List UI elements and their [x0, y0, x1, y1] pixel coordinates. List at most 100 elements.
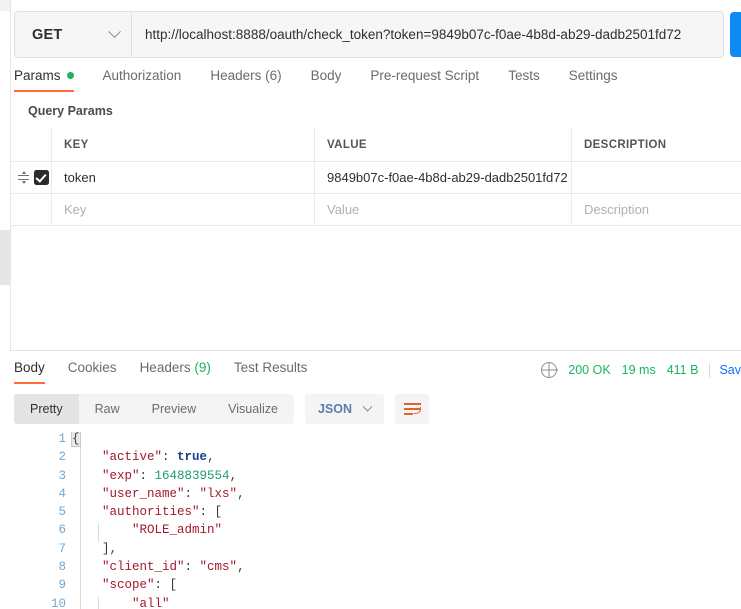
row-controls [10, 162, 52, 193]
response-tab-label: Body [14, 360, 45, 375]
json-token-bool: true [177, 450, 208, 465]
cell-key-placeholder[interactable]: Key [52, 194, 315, 225]
json-token-p: : [162, 450, 178, 465]
tab-label: Authorization [102, 68, 182, 83]
json-line-content: ], [72, 542, 117, 556]
green-dot-icon [66, 72, 74, 79]
response-tab-label: Headers [139, 360, 191, 375]
header-cell-select [10, 128, 52, 161]
cell-key[interactable]: token [52, 162, 315, 193]
json-token-p: , [229, 468, 238, 483]
cell-description[interactable] [572, 162, 741, 193]
line-number: 1 [58, 432, 66, 446]
json-token-k: "client_id" [102, 560, 185, 575]
drag-handle-icon[interactable] [18, 171, 29, 184]
json-line-content: "user_name": "lxs", [72, 487, 245, 501]
cell-description-placeholder[interactable]: Description [572, 194, 741, 225]
table-row-placeholder[interactable]: Key Value Description [10, 194, 741, 226]
query-params-title: Query Params [28, 104, 113, 118]
cell-value-value: 9849b07c-f0ae-4b8d-ab29-dadb2501fd72 [327, 170, 568, 185]
save-response-link[interactable]: Sav [719, 363, 741, 377]
json-token-s: "lxs" [199, 486, 238, 501]
status-badge: 200 OK [568, 363, 611, 377]
response-tab-headers[interactable]: Headers (9) [140, 358, 211, 384]
view-mode-pretty[interactable]: Pretty [14, 394, 79, 424]
chevron-down-icon [108, 25, 121, 39]
request-bar: GET http://localhost:8888/oauth/check_to… [14, 11, 741, 58]
left-edge-scrollbar[interactable] [0, 230, 10, 285]
view-mode-preview[interactable]: Preview [136, 394, 212, 424]
json-token-num: 1648839554 [154, 468, 230, 483]
json-token-p: , [237, 486, 245, 501]
view-mode-raw[interactable]: Raw [79, 394, 136, 424]
tab-body[interactable]: Body [311, 66, 342, 92]
json-token-p: : [184, 560, 200, 575]
tab-tests[interactable]: Tests [508, 66, 540, 92]
tab-headers-6[interactable]: Headers (6) [210, 66, 281, 92]
tab-authorization[interactable]: Authorization [103, 66, 182, 92]
line-number: 4 [58, 486, 66, 501]
json-token-p: : [ [154, 578, 178, 593]
view-mode-segmented-control: Pretty Raw Preview Visualize [14, 394, 294, 424]
json-line: 1{ [10, 432, 741, 450]
response-tab-body[interactable]: Body [14, 358, 45, 384]
row-checkbox[interactable] [34, 170, 49, 185]
line-number: 2 [58, 450, 66, 465]
response-tab-count: (9) [190, 360, 211, 375]
format-select[interactable]: JSON [304, 394, 384, 424]
tab-label: Params [14, 68, 61, 83]
format-label: JSON [317, 402, 352, 416]
response-body-json-viewer[interactable]: 1{2 "active": true, 3 "exp": 1648839554, 4… [10, 432, 741, 609]
line-number: 9 [58, 578, 66, 593]
json-line: 8 "client_id": "cms", [10, 560, 741, 578]
json-token-s: "cms" [199, 560, 238, 575]
json-token-s: "ROLE_admin" [132, 523, 223, 538]
view-mode-visualize[interactable]: Visualize [212, 394, 294, 424]
cell-value[interactable]: 9849b07c-f0ae-4b8d-ab29-dadb2501fd72 [315, 162, 572, 193]
json-token-k: "user_name" [102, 486, 185, 501]
json-line: 2 "active": true, [10, 450, 741, 468]
json-token-p: ], [102, 541, 118, 556]
chevron-down-icon [362, 401, 373, 412]
header-cell-value: VALUE [315, 128, 572, 161]
json-token-p: : [ [199, 505, 223, 520]
json-token-s: "all" [132, 596, 170, 609]
line-number: 5 [58, 505, 66, 520]
cell-value-placeholder-text: Value [327, 202, 360, 217]
pane-splitter[interactable] [10, 350, 741, 351]
url-input[interactable]: http://localhost:8888/oauth/check_token?… [132, 12, 723, 57]
tab-params[interactable]: Params [14, 66, 74, 92]
json-token-p: : [139, 468, 155, 483]
json-line-content: "all" [72, 597, 170, 609]
tab-label: Headers (6) [210, 68, 282, 83]
response-tab-cookies[interactable]: Cookies [68, 358, 117, 384]
meta-divider [709, 362, 711, 378]
line-number: 10 [50, 596, 66, 609]
header-cell-key: KEY [52, 128, 315, 161]
json-token-k: "exp" [102, 468, 140, 483]
json-line-content: "authorities": [ [72, 505, 222, 519]
response-tab-test-results[interactable]: Test Results [234, 358, 308, 384]
json-line-content: "ROLE_admin" [72, 523, 222, 537]
tab-label: Settings [568, 68, 618, 83]
table-row[interactable]: token 9849b07c-f0ae-4b8d-ab29-dadb2501fd… [10, 162, 741, 194]
tab-settings[interactable]: Settings [569, 66, 618, 92]
word-wrap-icon[interactable] [395, 394, 429, 424]
cell-description-placeholder-text: Description [584, 202, 650, 217]
json-token-p: : [184, 486, 200, 501]
tab-label: Body [310, 68, 342, 83]
json-line-content: "scope": [ [72, 578, 177, 592]
request-tabs: Params Authorization Headers (6) Body Pre-re… [14, 66, 741, 96]
json-line: 3 "exp": 1648839554, [10, 469, 741, 487]
response-time: 19 ms [621, 363, 656, 377]
response-tabs: Body Cookies Headers (9) Test Results [14, 358, 330, 384]
json-line: 10 "all" [10, 596, 741, 609]
json-line-content: { [71, 432, 81, 447]
header-cell-description: DESCRIPTION [584, 138, 667, 151]
tab-label: Pre-request Script [370, 68, 480, 83]
send-button[interactable] [730, 12, 741, 57]
response-body-toolbar: Pretty Raw Preview Visualize JSON [14, 394, 429, 424]
cell-value-placeholder[interactable]: Value [315, 194, 572, 225]
http-method-select[interactable]: GET [15, 12, 132, 57]
tab-pre-request-script[interactable]: Pre-request Script [370, 66, 479, 92]
